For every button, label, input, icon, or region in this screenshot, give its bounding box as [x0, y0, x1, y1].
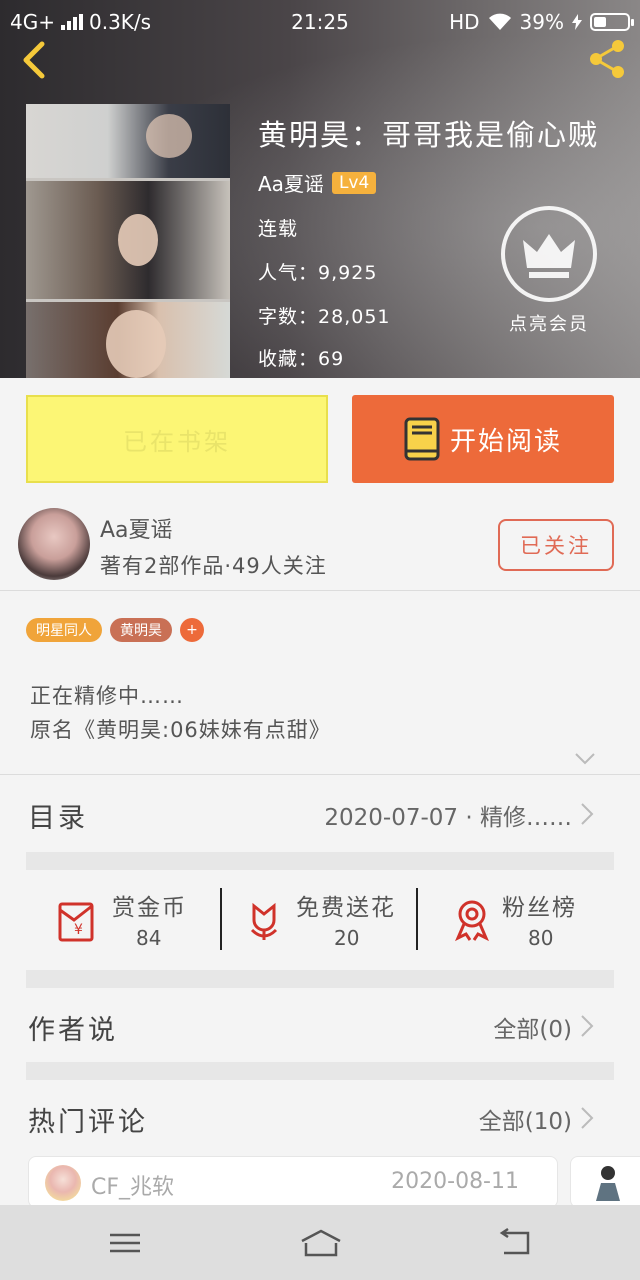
status-bar: 4G+ 0.3K/s 21:25 HD 39%: [0, 0, 640, 42]
separator: [220, 888, 222, 950]
book-header: 4G+ 0.3K/s 21:25 HD 39% 黄明昊：哥哥我是偷心贼 Aa夏谣…: [0, 0, 640, 378]
author-avatar[interactable]: [18, 508, 90, 580]
catalog-latest: 2020-07-07 · 精修……: [324, 805, 572, 831]
author-card[interactable]: Aa夏谣 著有2部作品·49人关注 已关注: [0, 500, 640, 590]
vip-label: 点亮会员: [509, 314, 589, 335]
system-nav-bar: [0, 1205, 640, 1280]
back-icon[interactable]: [16, 40, 52, 80]
in-bookshelf-button[interactable]: 已在书架: [26, 395, 328, 483]
menu-icon[interactable]: [108, 1227, 142, 1259]
start-reading-label: 开始阅读: [449, 426, 562, 457]
battery-percent: 39%: [519, 10, 564, 34]
comment-card[interactable]: [570, 1156, 640, 1208]
reward-coin-label: 赏金币: [112, 895, 187, 921]
tag-item[interactable]: 明星同人: [26, 618, 102, 642]
hot-comments-row[interactable]: 热门评论 全部(10): [0, 1082, 640, 1154]
section-gap: [26, 1062, 614, 1080]
home-icon[interactable]: [300, 1227, 342, 1259]
tag-list: 明星同人 黄明昊 +: [26, 618, 204, 642]
hot-comments-count: 全部(10): [478, 1109, 572, 1135]
crown-icon: [523, 234, 575, 278]
battery-icon: [590, 13, 634, 31]
tag-item[interactable]: 黄明昊: [110, 618, 172, 642]
comment-card[interactable]: CF_兆软 2020-08-11: [28, 1156, 558, 1208]
vip-button[interactable]: 点亮会员: [498, 206, 600, 336]
hd-label: HD: [449, 10, 480, 34]
svg-text:¥: ¥: [74, 922, 83, 938]
book-title: 黄明昊：哥哥我是偷心贼: [258, 118, 600, 152]
support-stats: ¥ 赏金币 84 免费送花 20 粉丝榜 80: [0, 880, 640, 960]
free-flower-count: 20: [334, 926, 360, 950]
divider: [0, 774, 640, 775]
catalog-label: 目录: [28, 803, 88, 834]
wifi-icon: [488, 13, 511, 30]
reward-coin-count: 84: [136, 926, 162, 950]
book-author-name[interactable]: Aa夏谣: [258, 168, 324, 197]
popularity-stat: 人气：9,925: [258, 262, 378, 284]
description-line: 正在精修中……: [30, 684, 184, 708]
section-gap: [26, 852, 614, 870]
flower-icon: [250, 902, 278, 940]
follow-button[interactable]: 已关注: [498, 519, 614, 571]
chevron-right-icon: [581, 1107, 594, 1129]
author-says-count: 全部(0): [493, 1017, 572, 1043]
free-flower-label: 免费送花: [296, 895, 396, 921]
medal-icon: [455, 900, 489, 942]
author-meta: 著有2部作品·49人关注: [100, 554, 327, 578]
book-cover[interactable]: [26, 104, 230, 378]
add-tag-button[interactable]: +: [180, 618, 204, 642]
author-name[interactable]: Aa夏谣: [100, 512, 173, 544]
charging-icon: [572, 14, 582, 30]
author-says-label: 作者说: [28, 1015, 118, 1046]
fan-rank-count: 80: [528, 926, 554, 950]
expand-chevron-icon[interactable]: [574, 752, 596, 766]
commenter-avatar: [45, 1165, 81, 1201]
start-reading-button[interactable]: 开始阅读: [352, 395, 614, 483]
description-line: 原名《黄明昊:06妹妹有点甜》: [30, 718, 331, 742]
chevron-right-icon: [581, 803, 594, 825]
share-icon[interactable]: [586, 38, 628, 80]
book-icon: [404, 417, 440, 461]
catalog-row[interactable]: 目录 2020-07-07 · 精修……: [0, 778, 640, 850]
author-says-row[interactable]: 作者说 全部(0): [0, 990, 640, 1062]
chevron-right-icon: [581, 1015, 594, 1037]
commenter-name: CF_兆软: [91, 1175, 175, 1200]
divider: [0, 590, 640, 591]
comment-date: 2020-08-11: [391, 1169, 519, 1194]
word-count-stat: 字数：28,051: [258, 306, 391, 328]
hot-comments-label: 热门评论: [28, 1107, 148, 1138]
red-envelope-icon: ¥: [58, 902, 94, 942]
book-author-row[interactable]: Aa夏谣 Lv4: [258, 168, 377, 197]
collect-stat: 收藏：69: [258, 348, 345, 370]
back-nav-icon[interactable]: [498, 1227, 532, 1259]
level-badge: Lv4: [331, 171, 377, 194]
commenter-avatar: [596, 1166, 620, 1201]
serial-status: 连载: [258, 218, 299, 240]
separator: [416, 888, 418, 950]
section-gap: [26, 970, 614, 988]
fan-rank-label: 粉丝榜: [502, 895, 577, 921]
